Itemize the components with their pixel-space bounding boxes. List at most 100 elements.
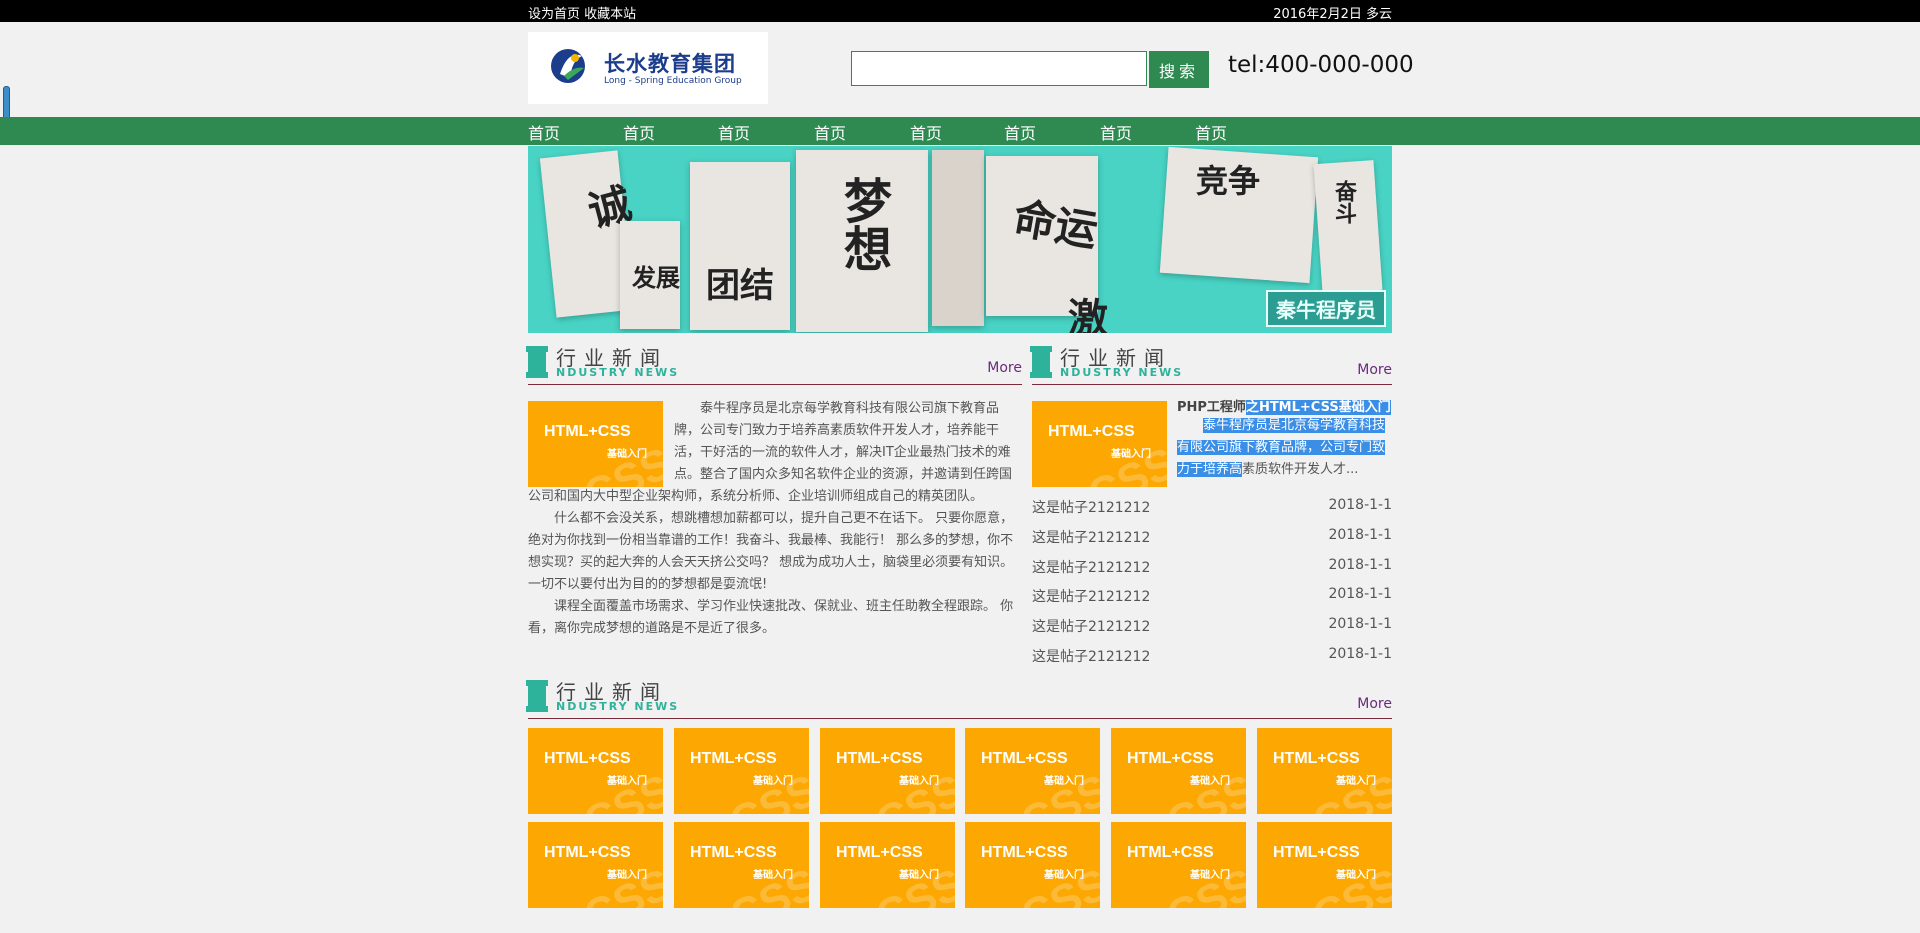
banner-text: 团结 — [706, 266, 774, 306]
section-i-icon — [1030, 346, 1052, 378]
banner-text: 激 — [1068, 295, 1108, 333]
thumb-title: HTML+CSS — [836, 844, 923, 861]
course-thumbnail[interactable]: CSS HTML+CSS 基础入门 — [820, 822, 955, 908]
thumb-title: HTML+CSS — [690, 750, 777, 767]
logo-en-text: Long - Spring Education Group — [604, 76, 742, 86]
list-item-title: 这是帖子2121212 — [1032, 530, 1151, 546]
section-header-right: 行业新闻 NDUSTRY NEWS More — [1030, 344, 1392, 385]
more-link[interactable]: More — [1357, 696, 1392, 712]
nav-item-home[interactable]: 首页 — [1004, 120, 1036, 144]
list-item-date: 2018-1-1 — [1328, 646, 1392, 662]
section-i-icon — [526, 346, 548, 378]
thumb-title: HTML+CSS — [836, 750, 923, 767]
course-thumbnail[interactable]: CSS HTML+CSS 基础入门 — [674, 822, 809, 908]
course-thumbnail[interactable]: CSS HTML+CSS 基础入门 — [528, 728, 663, 814]
thumb-title: HTML+CSS — [544, 844, 631, 861]
thumb-title: HTML+CSS — [544, 750, 631, 767]
list-item-title: 这是帖子2121212 — [1032, 560, 1151, 576]
hero-banner[interactable]: 诚 发展 团结 梦想 命运 激 竞争 奋斗 秦牛程序员 — [528, 146, 1392, 333]
section-subtitle: NDUSTRY NEWS — [1060, 366, 1184, 379]
list-item-title: 这是帖子2121212 — [1032, 619, 1151, 635]
list-item-date: 2018-1-1 — [1328, 616, 1392, 632]
course-thumbnail[interactable]: CSS HTML+CSS 基础入门 — [1111, 822, 1246, 908]
news-title-selected-text: 之HTML+CSS基础入门 — [1245, 400, 1391, 415]
intro-article: 泰牛程序员是北京每学教育科技有限公司旗下教育品牌，公司专门致力于培养高素质软件开… — [528, 398, 1014, 640]
course-thumbnail[interactable]: CSS HTML+CSS 基础入门 — [965, 822, 1100, 908]
list-item-title: 这是帖子2121212 — [1032, 500, 1151, 516]
article-paragraph: 课程全面覆盖市场需求、学习作业快速批改、保就业、班主任助教全程跟踪。 你看，离你… — [528, 599, 1014, 636]
thumb-subtitle: 基础入门 — [1044, 870, 1084, 881]
set-homepage-bookmark-links[interactable]: 设为首页 收藏本站 — [528, 3, 636, 22]
nav-item-home[interactable]: 首页 — [718, 120, 750, 144]
thumb-title: HTML+CSS — [981, 844, 1068, 861]
thumb-title: HTML+CSS — [1273, 750, 1360, 767]
list-item[interactable]: 这是帖子2121212 2018-1-1 — [1032, 527, 1392, 549]
thumb-subtitle: 基础入门 — [1336, 870, 1376, 881]
section-subtitle: NDUSTRY NEWS — [556, 700, 680, 713]
banner-text: 发展 — [632, 263, 680, 292]
more-link[interactable]: More — [1357, 362, 1392, 378]
nav-item-home[interactable]: 首页 — [1100, 120, 1132, 144]
thumb-subtitle: 基础入门 — [607, 776, 647, 787]
nav-item-home[interactable]: 首页 — [1195, 120, 1227, 144]
banner-text: 竞争 — [1196, 162, 1261, 200]
list-item-date: 2018-1-1 — [1328, 586, 1392, 602]
search-input[interactable] — [851, 51, 1147, 86]
list-item[interactable]: 这是帖子2121212 2018-1-1 — [1032, 646, 1392, 668]
course-thumbnail[interactable]: CSS HTML+CSS 基础入门 — [528, 822, 663, 908]
course-thumbnail[interactable]: CSS HTML+CSS 基础入门 — [1257, 728, 1392, 814]
logo-cn-text: 长水教育集团 — [604, 52, 736, 76]
news-description: 泰牛程序员是北京每学教育科技有限公司旗下教育品牌，公司专门致力于培养高素质软件开… — [1177, 415, 1393, 481]
article-paragraph: 什么都不会没关系，想跳槽想加薪都可以，提升自己更不在话下。 只要你愿意，绝对为你… — [528, 511, 1014, 592]
section-subtitle: NDUSTRY NEWS — [556, 366, 680, 379]
thumb-subtitle: 基础入门 — [1190, 776, 1230, 787]
section-i-icon — [526, 680, 548, 712]
nav-item-home[interactable]: 首页 — [814, 120, 846, 144]
thumb-title: HTML+CSS — [981, 750, 1068, 767]
banner-text: 梦想 — [835, 176, 891, 272]
nav-item-home[interactable]: 首页 — [528, 120, 560, 144]
logo-icon — [551, 49, 585, 83]
more-link[interactable]: More — [987, 360, 1022, 376]
nav-item-home[interactable]: 首页 — [623, 120, 655, 144]
news-title[interactable]: PHP工程师之HTML+CSS基础入门 — [1177, 396, 1391, 415]
main-nav: 首页 首页 首页 首页 首页 首页 首页 首页 — [0, 117, 1920, 145]
thumb-title: HTML+CSS — [690, 844, 777, 861]
section-header-gallery: 行业新闻 NDUSTRY NEWS More — [526, 678, 1392, 719]
thumb-subtitle: 基础入门 — [1336, 776, 1376, 787]
news-title-text: PHP工程师 — [1177, 400, 1246, 415]
list-item[interactable]: 这是帖子2121212 2018-1-1 — [1032, 497, 1392, 519]
top-bar: 设为首页 收藏本站 2016年2月2日 多云 — [0, 0, 1920, 22]
nav-item-home[interactable]: 首页 — [910, 120, 942, 144]
list-item-date: 2018-1-1 — [1328, 557, 1392, 573]
thumb-title: HTML+CSS — [1273, 844, 1360, 861]
course-thumbnail[interactable]: CSS HTML+CSS 基础入门 — [820, 728, 955, 814]
thumb-subtitle: 基础入门 — [753, 776, 793, 787]
course-thumbnail[interactable]: CSS HTML+CSS 基础入门 — [1257, 822, 1392, 908]
list-item-date: 2018-1-1 — [1328, 527, 1392, 543]
thumb-subtitle: 基础入门 — [607, 870, 647, 881]
search-button[interactable]: 搜索 — [1149, 51, 1209, 88]
list-item[interactable]: 这是帖子2121212 2018-1-1 — [1032, 586, 1392, 608]
course-thumbnail[interactable]: CSS HTML+CSS 基础入门 — [674, 728, 809, 814]
list-item-date: 2018-1-1 — [1328, 497, 1392, 513]
course-thumbnail[interactable]: CSS HTML+CSS 基础入门 — [1111, 728, 1246, 814]
thumb-subtitle: 基础入门 — [1111, 449, 1151, 460]
logo[interactable]: 长水教育集团 Long - Spring Education Group — [528, 32, 768, 104]
banner-tag: 秦牛程序员 — [1266, 290, 1386, 327]
date-weather: 2016年2月2日 多云 — [1273, 7, 1392, 22]
list-item[interactable]: 这是帖子2121212 2018-1-1 — [1032, 616, 1392, 638]
news-desc-text: 素质软件开发人才... — [1242, 462, 1359, 477]
thumb-subtitle: 基础入门 — [899, 776, 939, 787]
thumb-subtitle: 基础入门 — [1190, 870, 1230, 881]
banner-card — [932, 150, 984, 326]
list-item[interactable]: 这是帖子2121212 2018-1-1 — [1032, 557, 1392, 579]
section-header-left: 行业新闻 NDUSTRY NEWS More — [526, 344, 1022, 385]
thumb-subtitle: 基础入门 — [899, 870, 939, 881]
course-thumbnail[interactable]: CSS HTML+CSS 基础入门 — [965, 728, 1100, 814]
telephone: tel:400-000-000 — [1228, 52, 1414, 78]
course-thumbnail[interactable]: CSS HTML+CSS 基础入门 — [1032, 401, 1167, 487]
list-item-title: 这是帖子2121212 — [1032, 649, 1151, 665]
thumb-title: HTML+CSS — [1048, 423, 1135, 440]
thumb-title: HTML+CSS — [1127, 750, 1214, 767]
